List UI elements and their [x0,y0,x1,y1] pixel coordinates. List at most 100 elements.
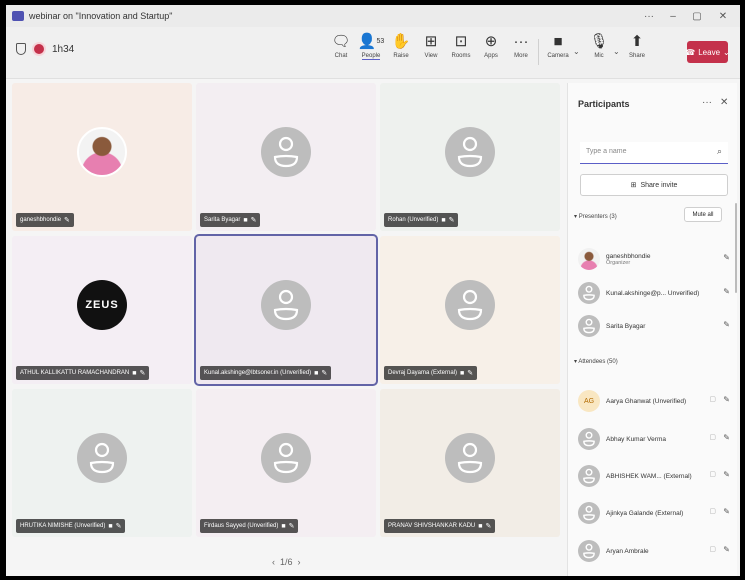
mic-off-icon[interactable]: ✎ [723,320,730,329]
participant-avatar [578,465,600,487]
panel-scrollbar[interactable] [735,203,737,293]
window-more-icon[interactable]: ··· [638,5,660,27]
panel-more-icon[interactable]: ··· [702,97,712,108]
presenter-row[interactable]: Sarita Byagar ✎ [578,313,734,339]
default-avatar-icon [77,433,127,483]
video-off-icon: ■ [108,522,113,530]
video-off-icon: ■ [243,216,248,224]
mic-off-icon[interactable]: ✎ [723,287,730,296]
attendees-section-header[interactable]: ▾ Attendees (50) [574,358,618,365]
video-off-icon: ▢ [709,546,716,553]
presenter-row[interactable]: ganeshbhondie Organizer ✎ [578,246,734,272]
participant-tile[interactable]: ZEUS ATHUL KALLIKATTU RAMACHANDRAN ■ ✎ [12,236,192,384]
raise-hand-button[interactable]: ✋ Raise [386,33,416,59]
participant-avatar [578,315,600,337]
attendee-row[interactable]: AG Aarya Ghanwat (Unverified) ▢ ✎ [578,388,734,414]
mic-off-icon: ✎ [321,370,328,377]
raise-hand-icon: ✋ [391,33,411,50]
chat-button[interactable]: 🗨 Chat [326,33,356,59]
view-button[interactable]: ⊞ View [416,33,446,59]
participant-name-chip: HRUTIKA NIMISHE (Unverified) ■ ✎ [16,519,126,533]
mic-off-icon: ✎ [467,370,474,377]
rooms-button[interactable]: ⊡ Rooms [446,33,476,59]
mic-off-icon[interactable]: ✎ [723,545,730,554]
mic-off-icon[interactable]: ✎ [723,395,730,404]
participant-avatar [578,282,600,304]
participant-name: Devraj Dayama (External) [388,370,458,376]
participant-tile[interactable]: ganeshbhondie ✎ [12,83,192,231]
participant-tile[interactable]: Firdaus Sayyed (Unverified) ■ ✎ [196,389,376,537]
mic-off-icon: ✎ [288,523,295,530]
participant-name: Kunal.akshinge@lbtsoner.in (Unverified) [204,370,312,376]
mute-all-button[interactable]: Mute all [684,207,722,222]
participant-tile[interactable]: Devraj Dayama (External) ■ ✎ [380,236,560,384]
video-off-icon: ▢ [709,396,716,403]
participant-name: Sarita Byagar [606,322,646,330]
participant-name: Abhay Kumar Verma [606,435,666,443]
presenters-section-header[interactable]: ▾ Presenters (3) [574,213,617,220]
meeting-timer: 1h34 [52,43,75,55]
participant-tile[interactable]: Sarita Byagar ■ ✎ [196,83,376,231]
participant-name: ABHISHEK WAM... (External) [606,472,692,480]
video-off-icon: ▢ [709,434,716,441]
prev-page-button[interactable]: ‹ [272,557,275,567]
more-button[interactable]: ··· More [506,33,536,59]
mic-off-icon[interactable]: ✎ [723,507,730,516]
participant-tile[interactable]: HRUTIKA NIMISHE (Unverified) ■ ✎ [12,389,192,537]
apps-button[interactable]: ⊕ Apps [476,33,506,59]
participant-tile[interactable]: Kunal.akshinge@lbtsoner.in (Unverified) ■… [194,234,378,386]
participant-name: Sarita Byagar [204,217,241,223]
participant-search-input[interactable]: Type a name ⌕ [580,142,728,164]
mic-options-chevron-icon[interactable]: ⌄ [613,47,620,56]
camera-options-chevron-icon[interactable]: ⌄ [573,47,580,56]
camera-button[interactable]: ■ Camera [543,33,573,59]
mic-off-icon: ✎ [250,217,257,224]
participant-tile[interactable]: PRANAV SHIVSHANKAR KADU ■ ✎ [380,389,560,537]
participant-tile[interactable]: Rohan (Unverified) ■ ✎ [380,83,560,231]
minimize-icon[interactable]: – [662,5,684,27]
video-grid: ganeshbhondie ✎ Sarita Byagar ■ ✎ Rohan (Unve… [12,83,560,543]
close-icon[interactable]: ✕ [712,5,734,27]
people-button[interactable]: 👤53 People [356,33,386,60]
mic-off-icon: ✎ [448,217,455,224]
mic-off-icon[interactable]: ✎ [723,433,730,442]
apps-icon: ⊕ [484,33,498,50]
share-button[interactable]: ⬆ Share [622,33,652,59]
mic-button[interactable]: 🎙 Mic [584,33,614,59]
participant-photo [77,127,127,177]
participant-name: Rohan (Unverified) [388,217,439,223]
attendee-row[interactable]: Abhay Kumar Verma ▢ ✎ [578,426,734,452]
default-avatar-icon [445,280,495,330]
search-icon: ⌕ [716,146,722,156]
next-page-button[interactable]: › [298,557,301,567]
presenter-row[interactable]: Kunal.akshinge@p... Unverified) ✎ [578,280,734,306]
panel-title: Participants [578,99,630,109]
participant-name-chip: Kunal.akshinge@lbtsoner.in (Unverified) ■… [200,366,332,380]
window-title: webinar on "Innovation and Startup" [29,11,173,21]
mic-off-icon[interactable]: ✎ [723,253,730,262]
participant-name: ATHUL KALLIKATTU RAMACHANDRAN [20,370,130,376]
participant-name-chip: ATHUL KALLIKATTU RAMACHANDRAN ■ ✎ [16,366,150,380]
attendee-row[interactable]: Ajinkya Galande (External) ▢ ✎ [578,500,734,526]
share-invite-button[interactable]: ⊞ Share invite [580,174,728,196]
default-avatar-icon [261,127,311,177]
participant-name-chip: PRANAV SHIVSHANKAR KADU ■ ✎ [384,519,496,533]
participant-name: Aarya Ghanwat (Unverified) [606,397,687,405]
attendee-row[interactable]: Aryan Ambrale ▢ ✎ [578,538,734,564]
participant-avatar [578,248,600,270]
page-indicator: 1/6 [280,557,293,567]
panel-close-icon[interactable]: ✕ [720,97,728,108]
people-count: 53 [376,38,385,45]
mic-off-icon[interactable]: ✎ [723,470,730,479]
maximize-icon[interactable]: ▢ [686,5,708,27]
participant-name-chip: Firdaus Sayyed (Unverified) ■ ✎ [200,519,299,533]
participant-name: PRANAV SHIVSHANKAR KADU [388,523,476,529]
shield-icon [16,43,26,55]
participant-name: Ajinkya Galande (External) [606,509,684,517]
chat-icon: 🗨 [331,33,351,50]
attendee-row[interactable]: ABHISHEK WAM... (External) ▢ ✎ [578,463,734,489]
default-avatar-icon [445,127,495,177]
video-off-icon: ■ [132,369,137,377]
participant-avatar [578,540,600,562]
leave-button[interactable]: ☎ Leave ⌄ [685,41,730,63]
